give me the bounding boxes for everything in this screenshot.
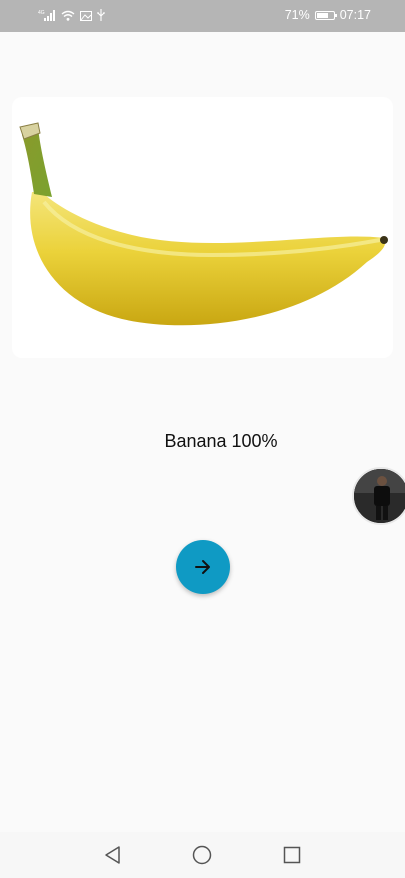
back-icon [105, 846, 120, 864]
status-time: 07:17 [339, 8, 371, 22]
battery-icon [314, 10, 337, 20]
recents-button[interactable] [281, 844, 303, 866]
app-screen: 4G 71% 07:17 Banana 100% [0, 0, 405, 878]
system-navigation-bar [0, 832, 405, 878]
next-button[interactable] [176, 540, 230, 594]
back-button[interactable] [101, 844, 123, 866]
result-image-card [12, 97, 393, 358]
person-icon [354, 469, 405, 523]
battery-fill [316, 12, 329, 18]
status-right-info: 71% 07:17 [285, 8, 371, 22]
signal-icon: 4G [38, 9, 56, 24]
recents-icon [283, 846, 301, 864]
banana-image [19, 122, 388, 326]
wifi-icon [61, 10, 75, 24]
network-label: 4G [38, 10, 45, 16]
prediction-label: Banana 100% [164, 431, 278, 451]
home-icon [192, 845, 212, 865]
status-bar: 4G 71% 07:17 [0, 0, 405, 32]
arrow-right-icon [195, 560, 210, 574]
battery-percent: 71% [284, 8, 310, 22]
status-left-icons: 4G [38, 9, 105, 24]
usb-icon [97, 9, 105, 24]
home-button[interactable] [191, 844, 213, 866]
image-icon [80, 10, 92, 24]
floating-avatar[interactable] [352, 467, 405, 525]
